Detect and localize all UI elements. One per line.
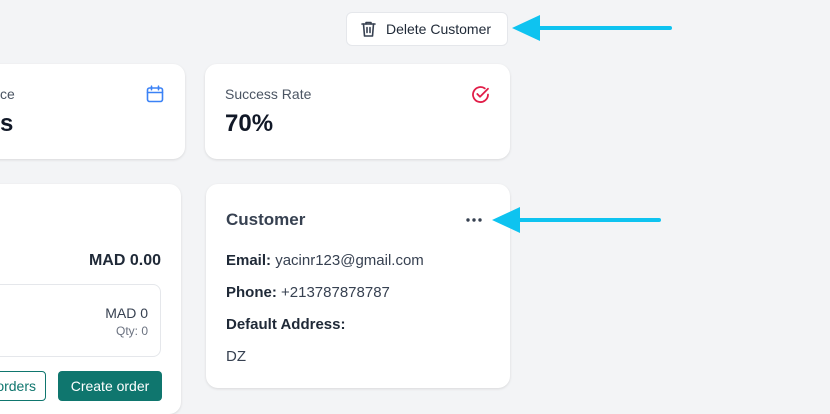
customer-address-label: Default Address: bbox=[226, 316, 345, 333]
email-label: Email: bbox=[226, 252, 272, 269]
order-item-price: MAD 0 bbox=[105, 305, 148, 321]
stat-value: 70% bbox=[225, 110, 274, 137]
annotation-arrow bbox=[492, 207, 661, 233]
annotation-arrow bbox=[512, 15, 672, 41]
more-options-icon[interactable] bbox=[464, 210, 484, 230]
customer-address: DZ bbox=[226, 348, 246, 365]
delete-customer-button[interactable]: Delete Customer bbox=[346, 12, 508, 46]
stat-label: Success Rate bbox=[225, 86, 312, 102]
orders-total: MAD 0.00 bbox=[88, 252, 161, 269]
trash-icon bbox=[360, 20, 377, 38]
calendar-icon bbox=[146, 85, 164, 108]
check-circle-icon bbox=[471, 85, 490, 109]
customer-phone: Phone: +213787878787 bbox=[226, 284, 390, 301]
order-item-qty: Qty: 0 bbox=[115, 324, 148, 338]
stat-card bbox=[0, 64, 185, 159]
stat-value: s bbox=[0, 110, 14, 137]
phone-label: Phone: bbox=[226, 284, 277, 301]
email-value: yacinr123@gmail.com bbox=[275, 252, 424, 269]
customer-email: Email: yacinr123@gmail.com bbox=[226, 252, 424, 269]
phone-value: +213787878787 bbox=[281, 284, 390, 301]
view-orders-label: orders bbox=[0, 378, 36, 394]
address-label: Default Address: bbox=[226, 316, 346, 333]
delete-customer-label: Delete Customer bbox=[386, 21, 492, 37]
customer-title: Customer bbox=[226, 210, 306, 229]
address-value: DZ bbox=[226, 348, 246, 365]
view-orders-button[interactable]: orders bbox=[0, 371, 46, 401]
stat-label: ce bbox=[0, 86, 15, 102]
create-order-button[interactable]: Create order bbox=[58, 371, 162, 401]
create-order-label: Create order bbox=[70, 378, 150, 394]
